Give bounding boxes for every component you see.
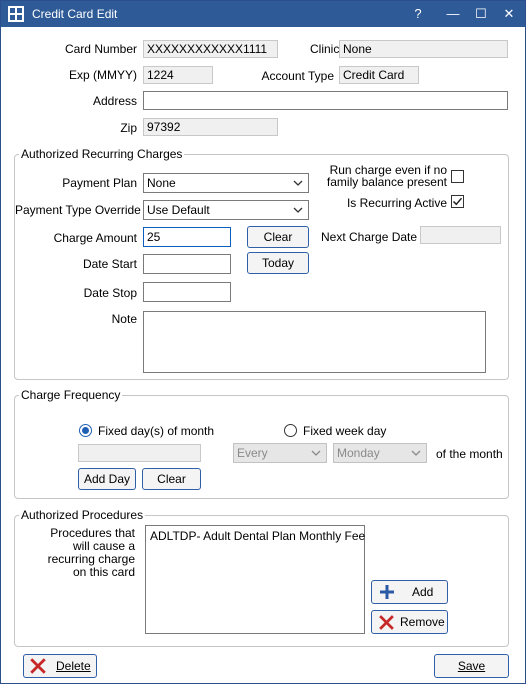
x-icon — [30, 658, 46, 674]
minimize-button[interactable]: — — [442, 4, 464, 24]
zip-field[interactable]: 97392 — [143, 118, 278, 136]
today-button[interactable]: Today — [247, 252, 309, 274]
payment-plan-select[interactable]: None — [143, 173, 309, 193]
charge-amount-label: Charge Amount — [53, 231, 137, 245]
remove-procedure-label: Remove — [400, 615, 445, 629]
procedures-listbox[interactable]: ADLTDP- Adult Dental Plan Monthly Fee — [145, 525, 365, 634]
chevron-down-icon — [293, 180, 303, 186]
every-select[interactable]: Every — [233, 443, 327, 463]
charge-amount-input[interactable]: 25 — [143, 227, 231, 247]
address-input[interactable] — [143, 91, 508, 110]
next-charge-date-label: Next Charge Date — [321, 230, 418, 244]
exp-label: Exp (MMYY) — [68, 68, 137, 82]
close-button[interactable]: ✕ — [498, 4, 520, 24]
account-type-label: Account Type — [261, 69, 335, 83]
weekday-value: Monday — [337, 446, 380, 460]
fixed-days-label: Fixed day(s) of month — [98, 424, 215, 438]
note-textarea[interactable] — [143, 311, 486, 373]
is-recurring-checkbox[interactable] — [451, 195, 464, 208]
fixed-week-label: Fixed week day — [303, 424, 387, 438]
chevron-down-icon — [311, 450, 321, 456]
save-label: Save — [457, 659, 486, 673]
card-number-field[interactable]: XXXXXXXXXXXX1111 — [143, 40, 278, 58]
weekday-select[interactable]: Monday — [333, 443, 427, 463]
save-button[interactable]: Save — [434, 654, 509, 678]
window-title: Credit Card Edit — [32, 7, 118, 21]
clear-amount-button[interactable]: Clear — [247, 226, 309, 248]
authorized-procedures-title: Authorized Procedures — [19, 508, 146, 522]
date-start-label: Date Start — [82, 257, 137, 271]
recurring-charges-title: Authorized Recurring Charges — [19, 147, 185, 161]
date-stop-input[interactable] — [143, 282, 231, 302]
procedures-description-line: on this card — [72, 565, 135, 579]
plus-icon — [380, 585, 394, 599]
payment-type-override-value: Use Default — [147, 203, 210, 217]
zip-label: Zip — [120, 121, 137, 135]
fixed-days-radio[interactable] — [79, 424, 92, 437]
credit-card-edit-window: Credit Card Edit ? — ☐ ✕ Card Number XXX… — [0, 0, 526, 684]
procedures-description: Procedures that will cause a recurring c… — [41, 527, 135, 579]
date-start-input[interactable] — [143, 254, 231, 274]
clear-days-button[interactable]: Clear — [142, 468, 201, 490]
add-day-button[interactable]: Add Day — [78, 468, 136, 490]
fixed-week-radio[interactable] — [284, 424, 297, 437]
address-label: Address — [92, 94, 137, 108]
x-icon — [379, 615, 394, 630]
remove-procedure-button[interactable]: Remove — [371, 610, 448, 634]
clinic-label: Clinic — [310, 42, 340, 56]
run-charge-label-line2: family balance present — [326, 175, 447, 189]
chevron-down-icon — [411, 450, 421, 456]
add-procedure-label: Add — [412, 585, 434, 599]
fixed-days-field[interactable] — [78, 444, 201, 462]
payment-type-override-label: Payment Type Override — [15, 203, 141, 217]
card-number-label: Card Number — [64, 42, 137, 56]
charge-frequency-title: Charge Frequency — [19, 388, 123, 402]
date-stop-label: Date Stop — [83, 286, 137, 300]
note-label: Note — [111, 312, 137, 326]
add-procedure-button[interactable]: Add — [371, 580, 448, 604]
payment-plan-value: None — [147, 176, 176, 190]
payment-type-override-select[interactable]: Use Default — [143, 200, 309, 220]
chevron-down-icon — [293, 207, 303, 213]
run-charge-checkbox[interactable] — [451, 170, 464, 183]
app-grid-icon — [8, 6, 24, 22]
delete-label: Delete — [56, 659, 91, 673]
exp-field[interactable]: 1224 — [143, 66, 213, 84]
next-charge-date-field[interactable] — [420, 226, 501, 244]
every-value: Every — [237, 446, 268, 460]
checkmark-icon — [452, 197, 463, 206]
title-bar[interactable]: Credit Card Edit ? — ☐ ✕ — [1, 1, 525, 27]
of-the-month-label: of the month — [436, 447, 503, 461]
payment-plan-label: Payment Plan — [62, 176, 137, 190]
list-item[interactable]: ADLTDP- Adult Dental Plan Monthly Fee — [150, 529, 365, 543]
help-button[interactable]: ? — [407, 4, 429, 24]
is-recurring-label: Is Recurring Active — [346, 196, 447, 210]
clinic-field[interactable]: None — [339, 40, 508, 58]
delete-button[interactable]: Delete — [23, 654, 97, 678]
account-type-field[interactable]: Credit Card — [339, 66, 419, 84]
maximize-button[interactable]: ☐ — [470, 4, 492, 24]
